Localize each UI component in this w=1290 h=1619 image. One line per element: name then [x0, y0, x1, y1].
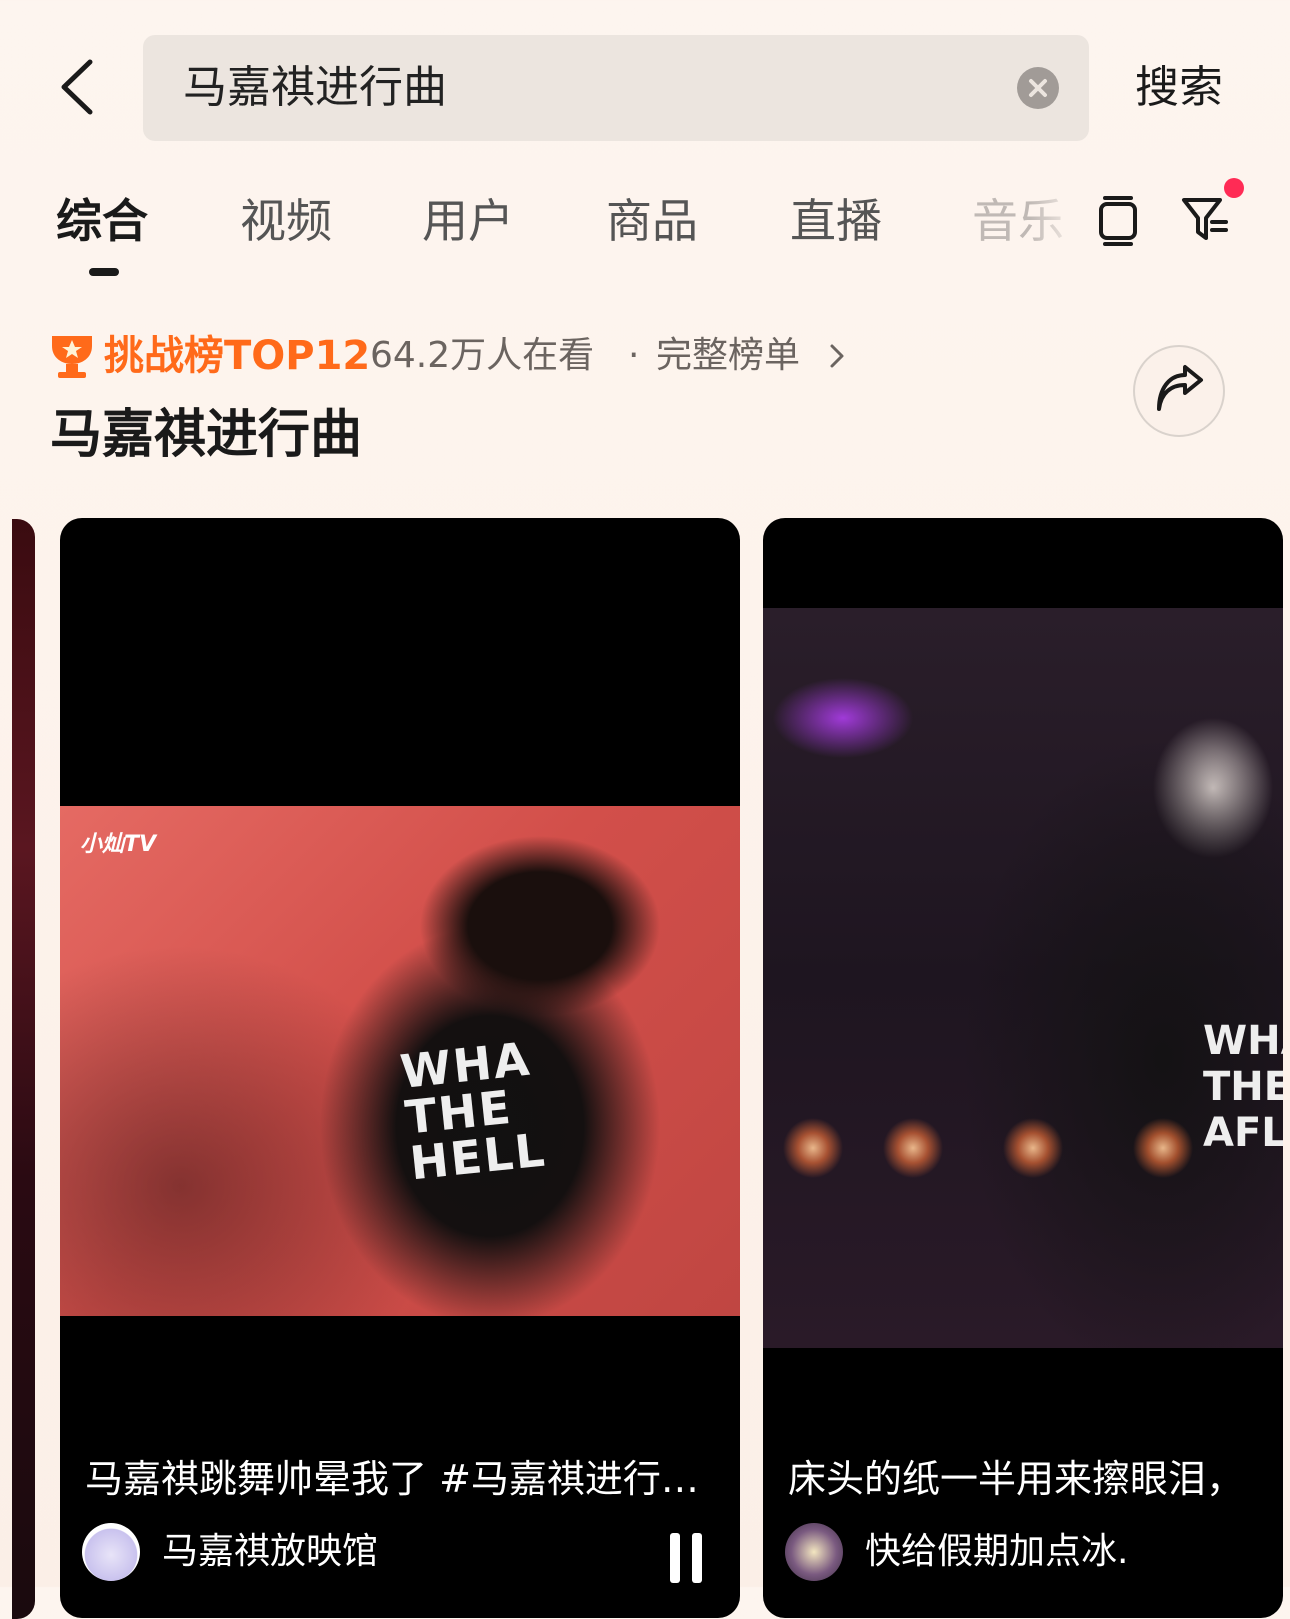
share-icon	[1157, 365, 1203, 411]
single-column-icon	[1099, 196, 1137, 246]
search-button[interactable]: 搜索	[1135, 35, 1223, 141]
search-query-text: 马嘉祺进行曲	[183, 62, 447, 113]
video-card[interactable]: 小灿TV WHA THE HELL 马嘉祺跳舞帅晕我了 #马嘉祺进行… 马嘉祺放…	[60, 518, 740, 1618]
shirt-text: WHA THE AFL	[1203, 1018, 1283, 1156]
active-tab-indicator	[89, 268, 119, 276]
back-button[interactable]	[52, 52, 112, 122]
layout-toggle-button[interactable]	[1095, 194, 1141, 248]
pause-bar-left	[670, 1533, 680, 1583]
filter-button[interactable]	[1180, 194, 1232, 244]
tab-products[interactable]: 商品	[606, 186, 698, 256]
video-thumbnail: WHA THE AFL	[763, 608, 1283, 1348]
clear-search-button[interactable]	[1017, 67, 1059, 109]
author-name[interactable]: 快给假期加点冰.	[865, 1527, 1128, 1577]
back-arrow-icon	[61, 59, 93, 115]
watching-count: 64.2万人在看	[370, 335, 595, 376]
tab-video[interactable]: 视频	[240, 186, 332, 256]
chevron-right-icon[interactable]	[826, 340, 848, 372]
pause-button[interactable]	[670, 1533, 702, 1583]
watermark-logo: 小灿TV	[80, 832, 157, 857]
avatar[interactable]	[785, 1523, 843, 1581]
pause-bar-right	[692, 1533, 702, 1583]
video-caption[interactable]: 马嘉祺跳舞帅晕我了 #马嘉祺进行…	[85, 1448, 699, 1503]
tab-comprehensive[interactable]: 综合	[56, 186, 148, 256]
avatar[interactable]	[82, 1523, 140, 1581]
close-icon	[1029, 79, 1047, 97]
topic-title: 马嘉祺进行曲	[50, 405, 363, 465]
tab-users[interactable]: 用户	[422, 186, 514, 256]
filter-icon	[1182, 198, 1228, 240]
video-thumbnail: 小灿TV WHA THE HELL	[60, 806, 740, 1316]
shirt-text: WHA THE HELL	[397, 1031, 549, 1191]
challenge-rank-label[interactable]: 挑战榜TOP12	[104, 328, 370, 384]
tab-fade-overlay	[1030, 180, 1090, 260]
full-list-link[interactable]: 完整榜单	[656, 328, 800, 384]
video-card[interactable]: WHA THE AFL 床头的纸一半用来擦眼泪， 快给假期加点冰.	[763, 518, 1283, 1618]
video-caption[interactable]: 床头的纸一半用来擦眼泪，	[788, 1448, 1244, 1503]
trophy-icon	[46, 332, 98, 380]
search-input[interactable]: 马嘉祺进行曲	[143, 35, 1089, 141]
separator-dot: ·	[628, 335, 640, 376]
notification-dot	[1224, 178, 1244, 198]
author-name[interactable]: 马嘉祺放映馆	[162, 1527, 378, 1577]
tab-live[interactable]: 直播	[790, 186, 882, 256]
video-card-previous[interactable]	[12, 519, 35, 1619]
share-button[interactable]	[1133, 345, 1225, 437]
